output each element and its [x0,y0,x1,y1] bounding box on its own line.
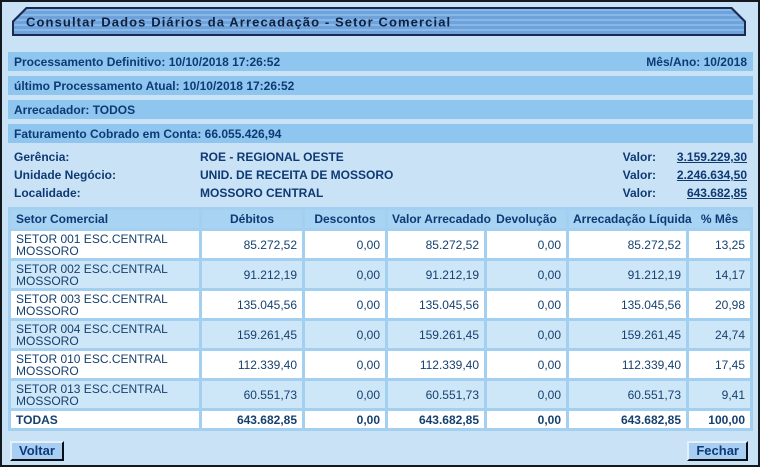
unidade-negocio-row: Unidade Negócio: UNID. DE RECEITA DE MOS… [8,166,753,184]
ultimo-processamento-band: último Processamento Atual: 10/10/2018 1… [8,76,753,95]
sector-name-cell: TODAS [11,411,199,428]
localidade-row: Localidade: MOSSORO CENTRAL Valor: 643.6… [8,184,753,202]
processamento-definitivo-band: Processamento Definitivo: 10/10/2018 17:… [8,52,753,71]
value-cell: 85.272,52 [388,231,484,258]
value-cell: 0,00 [305,321,385,348]
value-cell: 0,00 [305,231,385,258]
column-header: Devolução [487,210,566,228]
gerencia-valor-link[interactable]: 3.159.229,30 [661,150,747,164]
value-cell: 9,41 [689,381,750,408]
hierarchy-section: Gerência: ROE - REGIONAL OESTE Valor: 3.… [8,148,753,202]
table-row: SETOR 003 ESC.CENTRAL MOSSORO135.045,560… [11,291,750,318]
localidade-value: MOSSORO CENTRAL [200,186,623,200]
value-cell: 643.682,85 [569,411,686,428]
value-cell: 91.212,19 [569,261,686,288]
value-cell: 91.212,19 [388,261,484,288]
value-cell: 24,74 [689,321,750,348]
processamento-definitivo-text: Processamento Definitivo: 10/10/2018 17:… [14,55,280,69]
value-cell: 0,00 [487,291,566,318]
gerencia-row: Gerência: ROE - REGIONAL OESTE Valor: 3.… [8,148,753,166]
table-row: SETOR 004 ESC.CENTRAL MOSSORO159.261,450… [11,321,750,348]
sector-name-cell: SETOR 003 ESC.CENTRAL MOSSORO [11,291,199,318]
value-cell: 0,00 [305,291,385,318]
value-cell: 60.551,73 [388,381,484,408]
value-cell: 112.339,40 [202,351,302,378]
value-cell: 17,45 [689,351,750,378]
consulta-arrecadacao-window: Consultar Dados Diários da Arrecadação -… [0,0,760,467]
column-header: % Mês [689,210,750,228]
gerencia-valor-label: Valor: [623,150,656,164]
value-cell: 100,00 [689,411,750,428]
value-cell: 0,00 [305,381,385,408]
value-cell: 159.261,45 [569,321,686,348]
faturamento-band: Faturamento Cobrado em Conta: 66.055.426… [8,124,753,143]
sector-name-cell: SETOR 002 ESC.CENTRAL MOSSORO [11,261,199,288]
localidade-valor-label: Valor: [623,186,656,200]
value-cell: 14,17 [689,261,750,288]
value-cell: 0,00 [487,231,566,258]
value-cell: 20,98 [689,291,750,318]
unidade-negocio-value: UNID. DE RECEITA DE MOSSORO [200,168,623,182]
voltar-button[interactable]: Voltar [10,441,64,461]
value-cell: 135.045,56 [202,291,302,318]
footer-bar: Voltar Fechar [10,441,748,461]
table-row: SETOR 010 ESC.CENTRAL MOSSORO112.339,400… [11,351,750,378]
page-title: Consultar Dados Diários da Arrecadação -… [26,14,451,29]
column-header: Descontos [305,210,385,228]
value-cell: 60.551,73 [569,381,686,408]
mes-ano-text: Mês/Ano: 10/2018 [646,55,747,69]
value-cell: 135.045,56 [388,291,484,318]
value-cell: 643.682,85 [202,411,302,428]
value-cell: 0,00 [305,351,385,378]
title-bar: Consultar Dados Diários da Arrecadação -… [12,7,746,36]
value-cell: 159.261,45 [388,321,484,348]
value-cell: 0,00 [487,381,566,408]
faturamento-text: Faturamento Cobrado em Conta: 66.055.426… [14,127,281,141]
table-header-row: Setor ComercialDébitosDescontosValor Arr… [11,210,750,228]
value-cell: 159.261,45 [202,321,302,348]
sector-name-cell: SETOR 010 ESC.CENTRAL MOSSORO [11,351,199,378]
table-row: SETOR 013 ESC.CENTRAL MOSSORO60.551,730,… [11,381,750,408]
value-cell: 0,00 [487,351,566,378]
ultimo-processamento-text: último Processamento Atual: 10/10/2018 1… [14,79,294,93]
value-cell: 85.272,52 [202,231,302,258]
unidade-valor-label: Valor: [623,168,656,182]
value-cell: 85.272,52 [569,231,686,258]
value-cell: 13,25 [689,231,750,258]
unidade-valor-link[interactable]: 2.246.634,50 [661,168,747,182]
value-cell: 91.212,19 [202,261,302,288]
value-cell: 0,00 [305,261,385,288]
gerencia-value: ROE - REGIONAL OESTE [200,150,623,164]
sector-name-cell: SETOR 001 ESC.CENTRAL MOSSORO [11,231,199,258]
table-row: SETOR 001 ESC.CENTRAL MOSSORO85.272,520,… [11,231,750,258]
value-cell: 643.682,85 [388,411,484,428]
arrecadador-band: Arrecadador: TODOS [8,100,753,119]
unidade-negocio-label: Unidade Negócio: [14,168,200,182]
sector-name-cell: SETOR 004 ESC.CENTRAL MOSSORO [11,321,199,348]
localidade-valor-link[interactable]: 643.682,85 [661,186,747,200]
table-row: SETOR 002 ESC.CENTRAL MOSSORO91.212,190,… [11,261,750,288]
column-header: Setor Comercial [11,210,199,228]
sector-table: Setor ComercialDébitosDescontosValor Arr… [8,207,753,431]
column-header: Arrecadação Líquida [569,210,686,228]
value-cell: 112.339,40 [388,351,484,378]
value-cell: 60.551,73 [202,381,302,408]
localidade-label: Localidade: [14,186,200,200]
value-cell: 112.339,40 [569,351,686,378]
fechar-button[interactable]: Fechar [687,441,748,461]
gerencia-label: Gerência: [14,150,200,164]
value-cell: 0,00 [487,321,566,348]
column-header: Valor Arrecadado [388,210,484,228]
value-cell: 0,00 [487,261,566,288]
sector-name-cell: SETOR 013 ESC.CENTRAL MOSSORO [11,381,199,408]
total-row: TODAS643.682,850,00643.682,850,00643.682… [11,411,750,428]
arrecadador-text: Arrecadador: TODOS [14,103,135,117]
value-cell: 0,00 [487,411,566,428]
column-header: Débitos [202,210,302,228]
value-cell: 135.045,56 [569,291,686,318]
value-cell: 0,00 [305,411,385,428]
